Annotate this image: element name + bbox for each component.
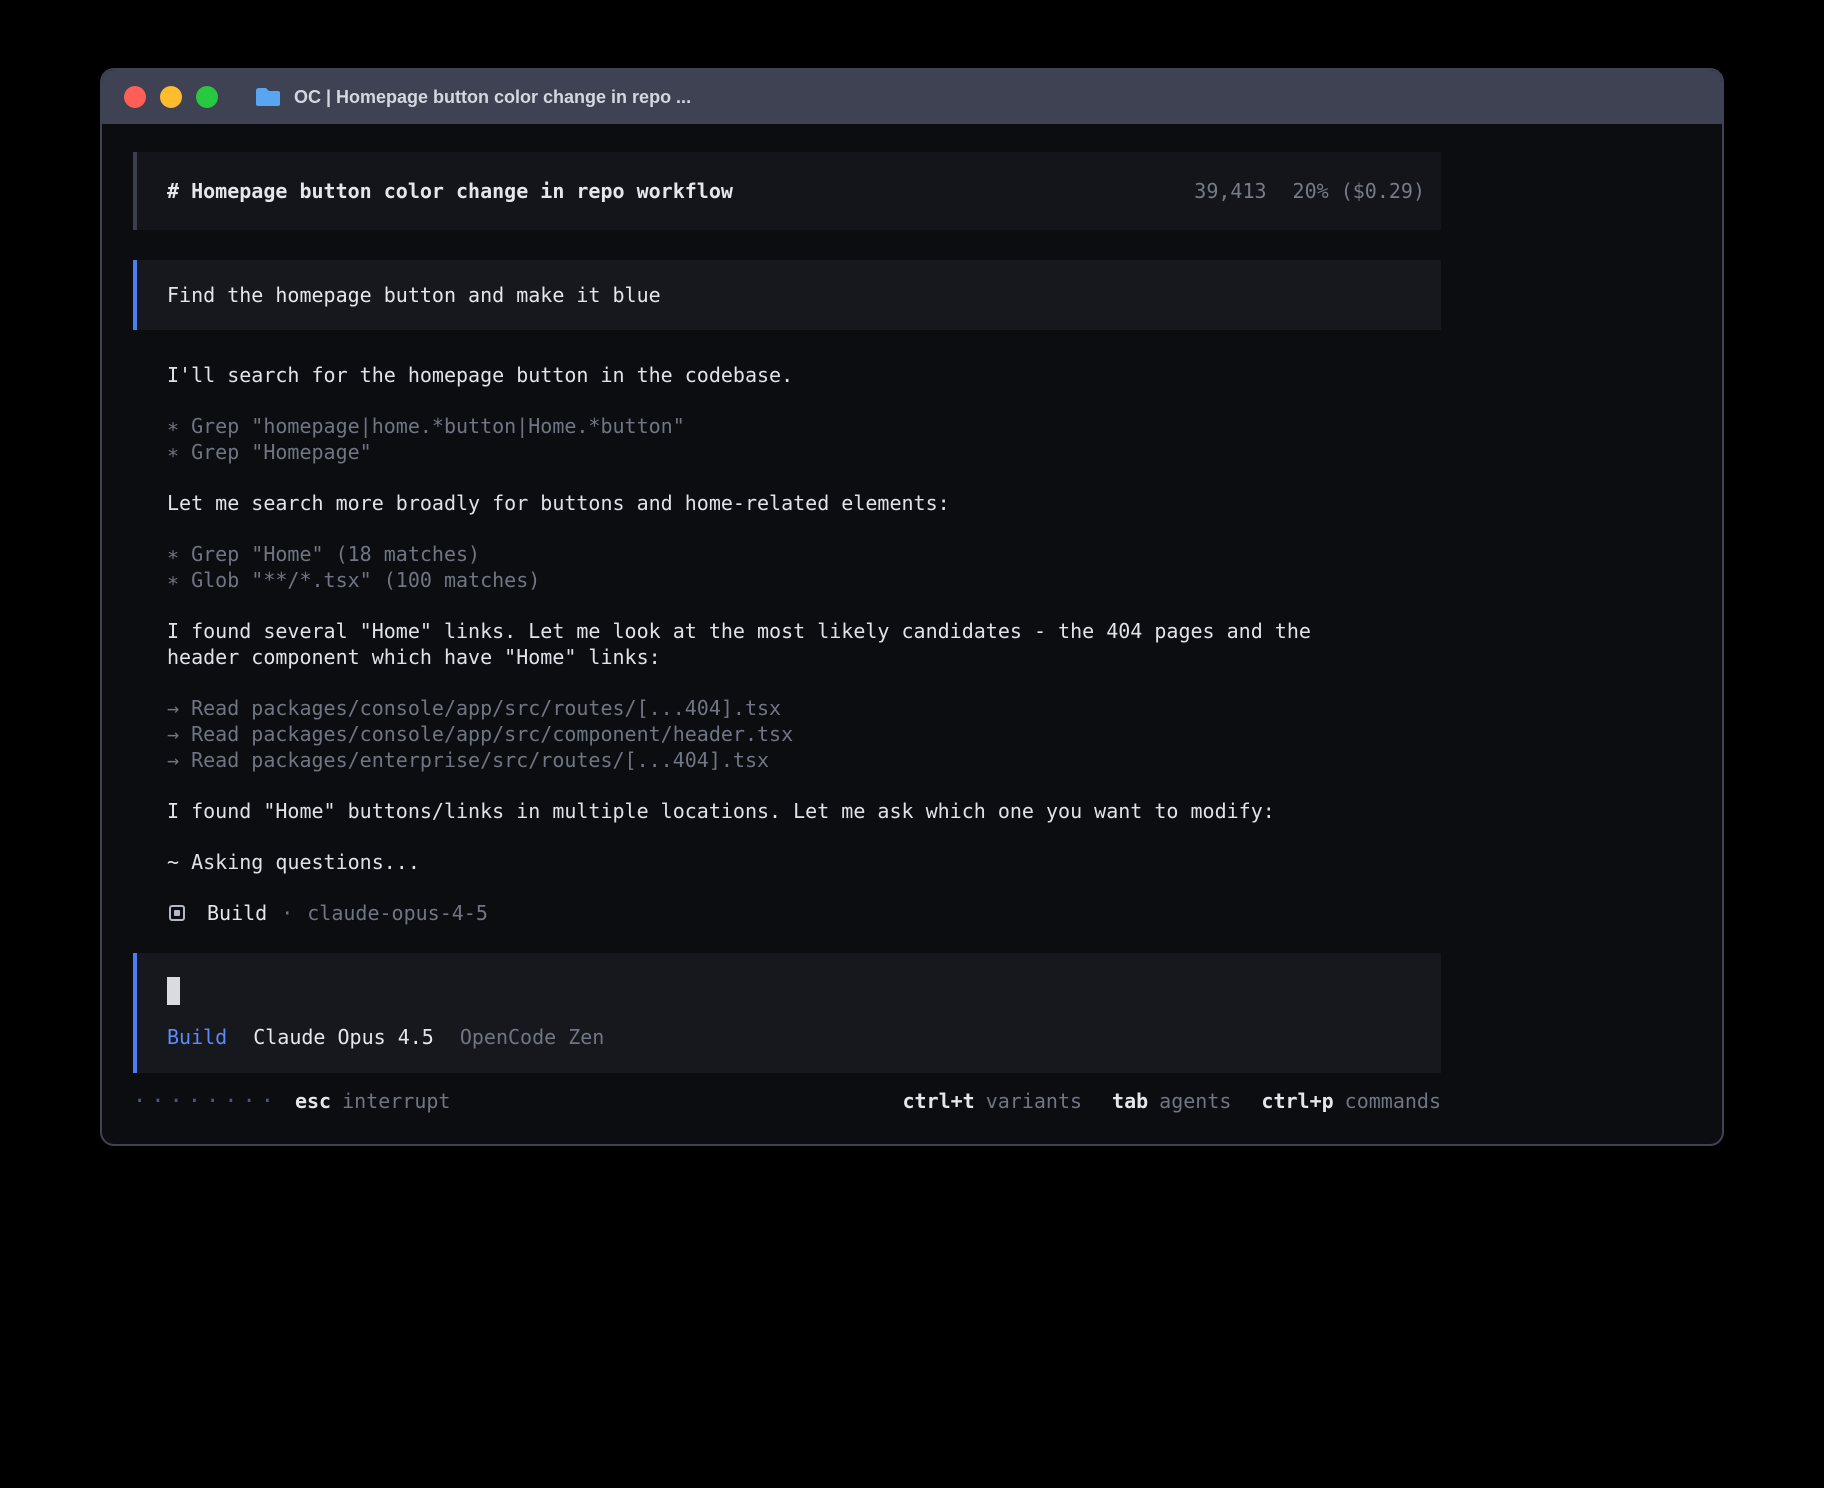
tool-call-grep: ∗ Grep "Home" (18 matches) [167,541,1441,567]
assistant-text: Let me search more broadly for buttons a… [167,490,1441,516]
assistant-text: I'll search for the homepage button in t… [167,362,1441,388]
shortcut-label: agents [1159,1089,1231,1113]
tool-call-grep: ∗ Grep "homepage|home.*button|Home.*butt… [167,413,1441,439]
shortcut-key: ctrl+p [1261,1089,1333,1113]
shortcut-key: tab [1112,1089,1148,1113]
assistant-text: header component which have "Home" links… [167,644,1441,670]
folder-icon [254,86,282,108]
context-usage: 20% ($0.29) [1293,179,1425,203]
session-stats: 39,413 20% ($0.29) [1194,179,1425,203]
shortcut-label: commands [1345,1089,1441,1113]
tool-call-read: → Read packages/console/app/src/routes/[… [167,695,1441,721]
assistant-text: I found several "Home" links. Let me loo… [167,618,1441,644]
status-bar: ········ esc interrupt ctrl+t variants t… [133,1087,1441,1115]
agent-separator: · [281,900,293,926]
close-button[interactable] [124,86,146,108]
minimize-button[interactable] [160,86,182,108]
tool-call-glob: ∗ Glob "**/*.tsx" (100 matches) [167,567,1441,593]
terminal-content: # Homepage button color change in repo w… [102,124,1722,1115]
shortcut-key: esc [295,1089,331,1113]
zoom-button[interactable] [196,86,218,108]
shortcut-commands: ctrl+p commands [1261,1089,1441,1113]
spinner-icon: ········ [133,1089,279,1114]
user-message-text: Find the homepage button and make it blu… [167,283,661,307]
terminal-window: OC | Homepage button color change in rep… [100,68,1724,1146]
shortcut-variants: ctrl+t variants [902,1089,1082,1113]
window-title: OC | Homepage button color change in rep… [294,87,691,108]
assistant-text: I found "Home" buttons/links in multiple… [167,798,1441,824]
shortcut-label: interrupt [342,1089,450,1113]
shortcut-agents: tab agents [1112,1089,1231,1113]
shortcut-key: ctrl+t [902,1089,974,1113]
agent-name: Build [207,900,267,926]
token-count: 39,413 [1194,179,1266,203]
shortcut-interrupt: esc interrupt [295,1089,451,1113]
tool-call-grep: ∗ Grep "Homepage" [167,439,1441,465]
mode-badge[interactable]: Build [167,1025,227,1049]
shortcut-label: variants [986,1089,1082,1113]
agent-icon [169,905,185,921]
assistant-status: ~ Asking questions... [167,849,1441,875]
session-title: # Homepage button color change in repo w… [167,179,733,203]
agent-model: claude-opus-4-5 [307,900,488,926]
input-status-row: Build Claude Opus 4.5 OpenCode Zen [167,1025,1441,1049]
tool-call-read: → Read packages/console/app/src/componen… [167,721,1441,747]
text-cursor [167,977,180,1005]
provider-name: OpenCode Zen [460,1025,605,1049]
prompt-input[interactable]: Build Claude Opus 4.5 OpenCode Zen [133,953,1441,1073]
model-name[interactable]: Claude Opus 4.5 [253,1025,434,1049]
titlebar[interactable]: OC | Homepage button color change in rep… [102,70,1722,124]
tool-call-read: → Read packages/enterprise/src/routes/[.… [167,747,1441,773]
user-message: Find the homepage button and make it blu… [133,260,1441,330]
agent-row: Build · claude-opus-4-5 [167,900,1441,926]
assistant-response: I'll search for the homepage button in t… [133,362,1441,926]
session-header: # Homepage button color change in repo w… [133,152,1441,230]
